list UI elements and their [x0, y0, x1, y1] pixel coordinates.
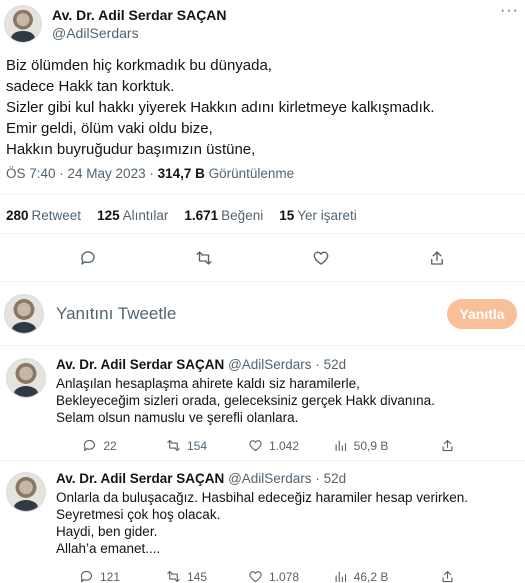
- user-avatar[interactable]: [4, 294, 44, 334]
- reply-handle[interactable]: @AdilSerdars: [228, 357, 312, 372]
- like-count: 1.042: [268, 438, 300, 453]
- bookmarks-count: 15: [279, 208, 295, 223]
- reply-text: Anlaşılan hesaplaşma ahirete kaldı siz h…: [56, 376, 435, 425]
- reply-count: 22: [103, 438, 117, 453]
- like-icon: [249, 440, 262, 452]
- author-names: Av. Dr. Adil Serdar SAÇAN @AdilSerdars: [52, 6, 227, 42]
- likes-stat[interactable]: 1.671 Beğeni: [184, 208, 263, 223]
- reply-avatar[interactable]: [6, 358, 46, 398]
- reply-icon: [80, 570, 93, 583]
- quotes-label: Alıntılar: [122, 208, 169, 223]
- retweets-stat[interactable]: 280 Retweet: [6, 208, 81, 223]
- quotes-count: 125: [97, 208, 120, 223]
- views-count: 314,7 B: [157, 166, 205, 181]
- divider: [0, 194, 525, 195]
- quotes-stat[interactable]: 125 Alıntılar: [97, 208, 168, 223]
- reply-count: 121: [99, 569, 121, 583]
- tweet-text: Biz ölümden hiç korkmadık bu dünyada, sa…: [6, 57, 435, 158]
- views-icon: [335, 571, 346, 583]
- bookmarks-label: Yer işareti: [297, 208, 357, 223]
- views-action[interactable]: 50,9 B: [317, 438, 404, 453]
- views-action[interactable]: 46,2 B: [317, 569, 404, 583]
- share-action[interactable]: [404, 438, 491, 453]
- retweets-count: 280: [6, 208, 29, 223]
- divider: [0, 345, 525, 346]
- retweet-action[interactable]: 145: [143, 569, 230, 583]
- reply-age[interactable]: · 52d: [315, 357, 346, 372]
- reply-display-name[interactable]: Av. Dr. Adil Serdar SAÇAN: [56, 471, 224, 486]
- likes-label: Beğeni: [221, 208, 264, 223]
- reply-text: Onlarla da buluşacağız. Hasbihal edeceği…: [56, 490, 468, 556]
- views-label: Görüntülenme: [204, 166, 295, 181]
- reply-tweet[interactable]: Av. Dr. Adil Serdar SAÇAN @AdilSerdars ·…: [0, 356, 525, 453]
- reply-header: Av. Dr. Adil Serdar SAÇAN @AdilSerdars ·…: [56, 470, 519, 488]
- reply-action[interactable]: 22: [56, 438, 143, 453]
- reply-action[interactable]: 121: [56, 569, 143, 583]
- retweets-label: Retweet: [31, 208, 82, 223]
- reply-icon: [84, 439, 96, 452]
- author-display-name[interactable]: Av. Dr. Adil Serdar SAÇAN: [52, 6, 227, 24]
- divider: [0, 281, 525, 282]
- like-icon[interactable]: [312, 249, 330, 267]
- like-action[interactable]: 1.042: [230, 438, 317, 453]
- share-icon: [442, 439, 453, 452]
- reply-composer: Yanıtını Tweetle Yanıtla: [4, 292, 517, 336]
- author-handle[interactable]: @AdilSerdars: [52, 24, 227, 42]
- reply-display-name[interactable]: Av. Dr. Adil Serdar SAÇAN: [56, 357, 224, 372]
- engagement-stats: 280 Retweet 125 Alıntılar 1.671 Beğeni 15 Ye…: [6, 208, 357, 223]
- like-action[interactable]: 1.078: [230, 569, 317, 583]
- like-icon: [249, 571, 262, 583]
- reply-body: Av. Dr. Adil Serdar SAÇAN @AdilSerdars ·…: [56, 356, 519, 453]
- reply-input[interactable]: Yanıtını Tweetle: [56, 304, 447, 324]
- reply-handle[interactable]: @AdilSerdars: [228, 471, 312, 486]
- views-count: 46,2 B: [353, 569, 389, 583]
- retweet-icon: [167, 439, 180, 452]
- views-count: 50,9 B: [353, 438, 389, 453]
- retweet-count: 154: [186, 438, 208, 453]
- retweet-icon[interactable]: [195, 249, 213, 267]
- reply-avatar[interactable]: [6, 472, 46, 512]
- likes-count: 1.671: [184, 208, 219, 223]
- retweet-action[interactable]: 154: [143, 438, 230, 453]
- views-icon: [335, 440, 346, 452]
- tweet-action-bar: [0, 244, 525, 272]
- retweet-icon: [167, 570, 180, 583]
- reply-header: Av. Dr. Adil Serdar SAÇAN @AdilSerdars ·…: [56, 356, 519, 374]
- divider: [0, 233, 525, 234]
- reply-age[interactable]: · 52d: [315, 471, 346, 486]
- retweet-count: 145: [186, 569, 208, 583]
- more-icon[interactable]: ···: [500, 2, 519, 20]
- share-icon[interactable]: [428, 249, 446, 267]
- reply-button[interactable]: Yanıtla: [447, 299, 517, 329]
- reply-tweet[interactable]: Av. Dr. Adil Serdar SAÇAN @AdilSerdars ·…: [0, 470, 525, 583]
- reply-icon[interactable]: [79, 249, 97, 267]
- reply-actions: 121 145 1.078 46,2 B: [56, 569, 519, 583]
- share-action[interactable]: [404, 569, 491, 583]
- reply-actions: 22 154 1.042 50,9 B: [56, 438, 519, 453]
- reply-body: Av. Dr. Adil Serdar SAÇAN @AdilSerdars ·…: [56, 470, 519, 583]
- divider: [0, 460, 525, 461]
- tweet-meta: ÖS 7:40 · 24 May 2023 · 314,7 B Görüntül…: [6, 166, 294, 181]
- author-avatar[interactable]: [4, 5, 42, 43]
- tweet-timestamp[interactable]: ÖS 7:40 · 24 May 2023 ·: [6, 166, 158, 181]
- bookmarks-stat[interactable]: 15 Yer işareti: [279, 208, 357, 223]
- tweet-header: Av. Dr. Adil Serdar SAÇAN @AdilSerdars: [4, 4, 521, 44]
- like-count: 1.078: [268, 569, 300, 583]
- share-icon: [442, 570, 453, 583]
